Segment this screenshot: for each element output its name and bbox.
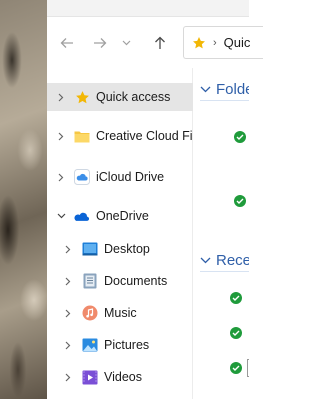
file-icon[interactable] [247,359,249,377]
forward-button[interactable] [90,35,110,51]
navigation-bar: › Quic [47,17,263,68]
sync-status-icon [230,292,242,304]
chevron-right-icon[interactable] [55,91,67,103]
desktop-icon [82,241,98,257]
content-pane: Folde Rece [194,68,249,399]
sync-status-icon [234,131,246,143]
sync-status-icon [234,195,246,207]
recent-locations-button[interactable] [119,35,133,51]
star-icon [193,36,205,48]
chevron-down-icon [200,86,211,93]
nav-item-label: Videos [104,370,142,384]
navigation-pane: Quick access Creative Cloud File iCloud … [47,68,193,399]
file-explorer-window: › Quic Quick access Creative Cloud File [47,0,263,399]
up-button[interactable] [150,35,170,51]
videos-icon [82,369,98,385]
chevron-down-icon [122,40,130,46]
chevron-right-icon[interactable] [62,307,74,319]
nav-item-label: Pictures [104,338,150,352]
chevron-right-icon[interactable] [62,275,74,287]
pictures-icon [82,337,98,353]
folder-icon [74,128,90,144]
nav-item-desktop[interactable]: Desktop [47,235,193,263]
group-header-recent-files[interactable]: Rece [200,252,249,269]
chevron-right-icon[interactable] [62,243,74,255]
back-button[interactable] [57,35,77,51]
sync-status-icon [230,362,242,374]
arrow-right-icon [94,38,107,48]
nav-item-creative-cloud-files[interactable]: Creative Cloud File [47,122,193,150]
chevron-down-icon[interactable] [55,210,67,222]
nav-item-label: Documents [104,274,168,288]
desktop-wallpaper [0,0,47,399]
star-icon [74,89,90,105]
chevron-right-icon[interactable] [55,171,67,183]
nav-item-label: Creative Cloud File [96,129,193,143]
chevron-down-icon [200,257,211,264]
nav-item-label: iCloud Drive [96,170,165,184]
chevron-right-icon[interactable] [62,339,74,351]
address-bar[interactable]: › Quic [183,26,263,59]
nav-item-label: Quick access [96,90,171,104]
nav-item-quick-access[interactable]: Quick access [47,83,193,111]
nav-item-onedrive[interactable]: OneDrive [47,202,193,230]
group-header-folders[interactable]: Folde [200,81,249,98]
nav-item-label: Desktop [104,242,150,256]
nav-item-pictures[interactable]: Pictures [47,331,193,359]
music-icon [82,305,98,321]
documents-icon [82,273,98,289]
group-divider [200,100,249,101]
breadcrumb[interactable]: Quic [224,35,251,50]
nav-item-documents[interactable]: Documents [47,267,193,295]
chevron-right-icon[interactable] [55,130,67,142]
chevron-right-icon: › [213,36,217,49]
onedrive-icon [73,208,89,224]
group-divider [200,271,249,272]
chevron-right-icon[interactable] [62,371,74,383]
arrow-up-icon [155,36,165,49]
nav-item-label: Music [104,306,137,320]
group-title: Folde [216,81,249,98]
nav-item-videos[interactable]: Videos [47,363,193,391]
nav-item-icloud-drive[interactable]: iCloud Drive [47,163,193,191]
title-bar [47,0,249,17]
nav-item-label: OneDrive [96,209,149,223]
sync-status-icon [230,327,242,339]
icloud-icon [74,169,90,185]
nav-item-music[interactable]: Music [47,299,193,327]
arrow-left-icon [60,38,73,48]
group-title: Rece [216,252,249,269]
